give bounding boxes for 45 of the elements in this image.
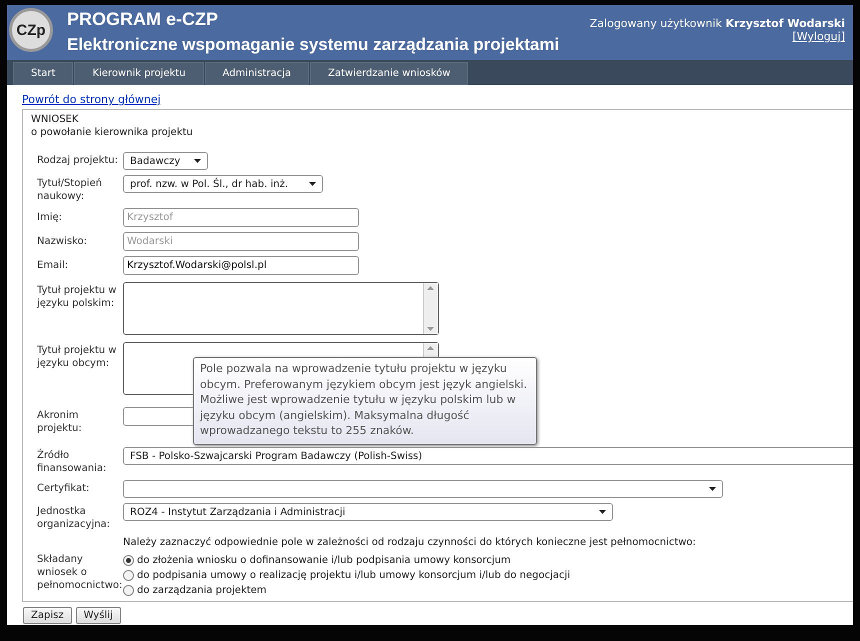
logged-user-text: Zalogowany użytkownik Krzysztof Wodarski: [590, 17, 845, 30]
app-title: PROGRAM e-CZP: [67, 9, 220, 30]
dropdown[interactable]: ROZ4 - Instytut Zarządzania i Administracji: [123, 503, 613, 521]
instruction-text: Należy zaznaczyć odpowiednie pole w zależności od rodzaju czynności do których konieczne jest pełnomocnictwo:: [123, 537, 696, 548]
field-label: Jednostka organizacyjna:: [36, 505, 112, 531]
field-label: Tytuł/Stopień naukowy:: [36, 177, 103, 203]
field-label: Tytuł projektu w języku obcym:: [36, 344, 118, 370]
dropdown[interactable]: prof. nzw. w Pol. Śl., dr hab. inż.: [123, 175, 323, 193]
radio-button[interactable]: [123, 585, 134, 596]
dropdown[interactable]: FSB - Polsko-Szwajcarski Program Badawczy (Polish-Swiss): [123, 447, 853, 465]
tooltip: Pole pozwala na wprowadzenie tytułu projektu w języku obcym. Preferowanym językiem obcym jest język angielski. Możliwe jest wprowadzenie tytułu w języku polskim lub w języku obcym (angielskim). Maksymalna długość wprowadzanego tekstu to 255 znaków.: [193, 357, 537, 444]
field-label: Email:: [36, 259, 70, 272]
field-label: Imię:: [36, 211, 63, 224]
nav-tab[interactable]: Kierownik projektu: [74, 62, 204, 85]
field-label: Źródło finansowania:: [36, 448, 108, 475]
form-subtitle: o powołanie kierownika projektu: [31, 127, 194, 138]
form-button[interactable]: Zapisz: [23, 607, 72, 624]
radio-option[interactable]: do złożenia wniosku o dofinansowanie i/lub podpisania umowy konsorcjum: [123, 553, 570, 568]
form-title: WNIOSEK: [31, 114, 80, 125]
field-label: Rodzaj projektu:: [36, 154, 120, 167]
logo: CZp: [9, 8, 53, 52]
dropdown-caret-icon: [709, 487, 716, 491]
dropdown-caret-icon: [194, 159, 201, 163]
form-button[interactable]: Wyślij: [76, 607, 121, 624]
radio-option[interactable]: do podpisania umowy o realizację projektu i/lub umowy konsorcjum i/lub do negocjacji: [123, 568, 570, 583]
nav-tab[interactable]: Administracja: [204, 62, 309, 85]
field-label: Nazwisko:: [36, 235, 88, 248]
field-label: Certyfikat:: [36, 482, 90, 495]
radio-option[interactable]: do zarządzania projektem: [123, 583, 570, 598]
radio-button[interactable]: [123, 570, 134, 581]
field-label: Składany wniosek o pełnomocnictwo:: [36, 553, 123, 592]
app-subtitle: Elektroniczne wspomaganie systemu zarządzania projektami: [67, 35, 560, 55]
nav-tab[interactable]: Start: [13, 62, 74, 85]
radio-button[interactable]: [123, 555, 134, 566]
logout-link[interactable]: [Wyloguj]: [792, 30, 845, 43]
dropdown[interactable]: Badawczy: [123, 152, 208, 170]
dropdown[interactable]: [123, 480, 723, 498]
dropdown-caret-icon: [309, 182, 316, 186]
nav-tab[interactable]: Zatwierdzanie wniosków: [310, 62, 468, 85]
text-field[interactable]: Krzysztof.Wodarski@polsl.pl: [123, 256, 359, 275]
dropdown-caret-icon: [599, 510, 606, 514]
field-label: Akronim projektu:: [36, 409, 83, 435]
text-area[interactable]: [123, 282, 439, 335]
field-label: Tytuł projektu w języku polskim:: [36, 284, 118, 310]
back-link[interactable]: Powrót do strony głównej: [22, 93, 161, 106]
